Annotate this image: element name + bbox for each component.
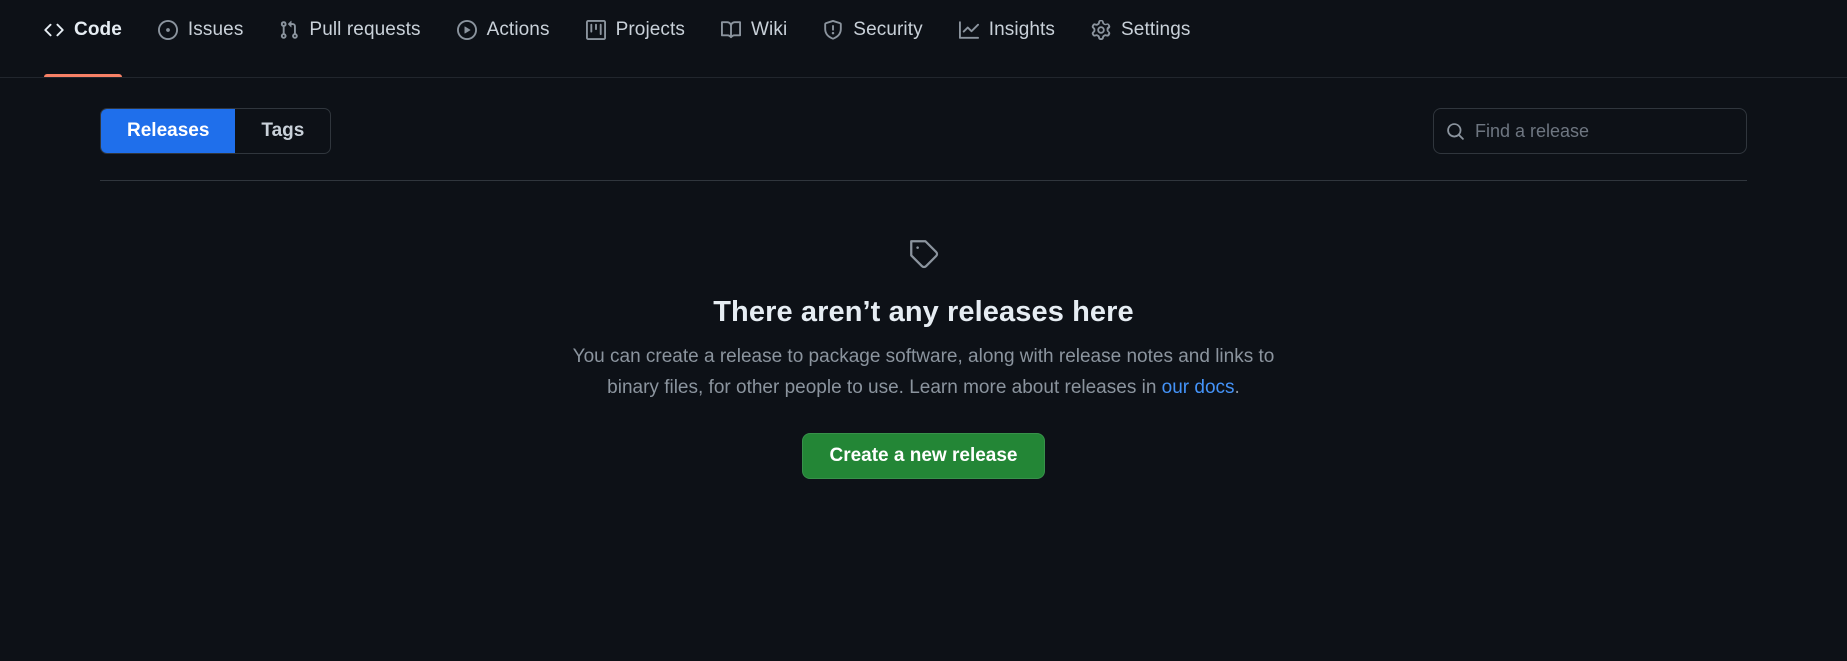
releases-empty-state: There aren’t any releases here You can c… [100, 181, 1747, 479]
nav-tab-wiki[interactable]: Wiki [703, 0, 805, 77]
shield-icon [823, 19, 843, 40]
empty-state-description-text-2: . [1234, 377, 1240, 398]
nav-tab-security-label: Security [853, 18, 923, 40]
repository-nav: Code Issues Pull requests Actions Projec… [0, 0, 1847, 78]
empty-state-heading: There aren’t any releases here [713, 296, 1134, 328]
nav-tab-issues[interactable]: Issues [140, 0, 262, 77]
project-icon [585, 19, 606, 40]
search-icon [1446, 122, 1465, 141]
tag-icon [907, 237, 941, 276]
git-pull-request-icon [279, 20, 299, 40]
nav-tab-settings-label: Settings [1121, 18, 1191, 40]
book-icon [721, 20, 742, 40]
nav-tab-projects-label: Projects [615, 18, 686, 40]
empty-state-description: You can create a release to package soft… [564, 341, 1284, 403]
nav-tab-insights-label: Insights [988, 18, 1056, 40]
nav-tab-projects[interactable]: Projects [568, 0, 703, 77]
nav-tab-pull-requests[interactable]: Pull requests [261, 0, 438, 77]
nav-tab-code-label: Code [74, 18, 122, 40]
issue-opened-icon [157, 19, 178, 40]
find-release-input[interactable] [1475, 120, 1734, 142]
repository-nav-list: Code Issues Pull requests Actions Projec… [26, 0, 1208, 77]
graph-icon [958, 20, 979, 40]
nav-tab-actions[interactable]: Actions [439, 0, 568, 77]
releases-toggle-button[interactable]: Releases [101, 109, 236, 153]
find-release-search-box[interactable] [1433, 108, 1747, 154]
active-tab-underline [44, 74, 122, 77]
our-docs-link[interactable]: our docs [1162, 377, 1235, 398]
nav-tab-pull-requests-label: Pull requests [309, 18, 421, 40]
releases-tags-segmented-control: Releases Tags [100, 108, 332, 154]
code-icon [44, 20, 64, 40]
tags-toggle-button[interactable]: Tags [235, 109, 330, 153]
nav-tab-actions-label: Actions [486, 18, 550, 40]
nav-tab-code[interactable]: Code [26, 0, 140, 77]
nav-tab-issues-label: Issues [187, 18, 244, 40]
releases-page: Releases Tags There aren’t any releases … [0, 78, 1847, 479]
create-new-release-button[interactable]: Create a new release [802, 433, 1045, 479]
releases-controls-row: Releases Tags [100, 78, 1747, 181]
nav-tab-security[interactable]: Security [805, 0, 940, 77]
play-icon [456, 19, 477, 40]
gear-icon [1091, 19, 1111, 40]
nav-tab-insights[interactable]: Insights [941, 0, 1073, 77]
nav-tab-wiki-label: Wiki [751, 18, 788, 40]
nav-tab-settings[interactable]: Settings [1073, 0, 1208, 77]
